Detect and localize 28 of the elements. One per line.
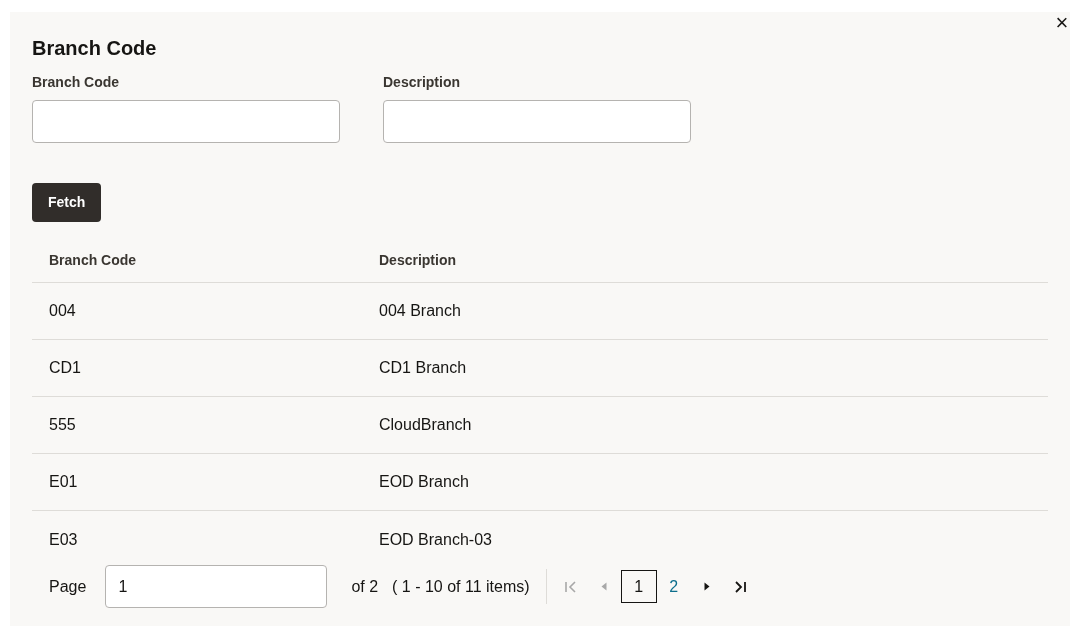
fetch-button[interactable]: Fetch	[32, 183, 102, 222]
table-cell-text: 004 Branch	[379, 301, 461, 321]
item-range: ( 1 - 10 of 11 items)	[392, 576, 530, 597]
table-cell-text: EOD Branch	[379, 472, 469, 492]
field-label: Description	[383, 73, 461, 92]
text-field[interactable]	[32, 100, 340, 143]
dialog-title: Branch Code	[32, 36, 158, 60]
field-label: Branch Code	[32, 73, 121, 92]
table-cell-text: CloudBranch	[379, 415, 472, 435]
column-header: Branch Code	[48, 250, 138, 270]
table-cell-text: 004	[48, 301, 77, 321]
table-cell-text: E03	[48, 529, 79, 550]
column-header: Description	[379, 250, 456, 270]
table-cell-text: 555	[48, 415, 77, 435]
page-number[interactable]: 1	[620, 570, 657, 603]
skip-back-icon	[562, 578, 579, 595]
table-cell-text: CD1	[48, 358, 82, 378]
page-field[interactable]: 1	[105, 565, 328, 608]
close-button[interactable]: ×	[1054, 12, 1070, 34]
table-cell-text: E01	[48, 472, 79, 492]
triangle-left-icon	[600, 582, 607, 591]
text-field[interactable]	[383, 100, 691, 143]
page-number[interactable]: 2	[657, 570, 690, 603]
triangle-right-icon	[703, 582, 710, 591]
table-cell-text: EOD Branch-03	[379, 529, 492, 550]
page-count: of 2	[351, 576, 379, 597]
page-label: Page	[49, 576, 87, 597]
table-cell-text: CD1 Branch	[379, 358, 467, 378]
